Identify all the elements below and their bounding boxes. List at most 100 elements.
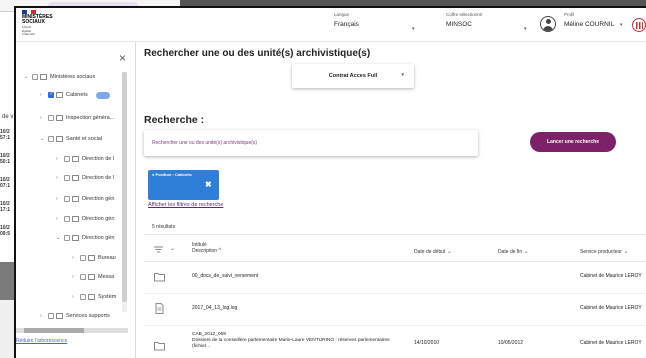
chevron-right-icon[interactable]: › — [72, 294, 80, 300]
tree-item[interactable]: › Direction de l — [56, 173, 114, 183]
folder-icon — [56, 136, 63, 142]
tree-horizontal-scrollbar-thumb[interactable] — [24, 328, 84, 333]
coffre-label: Coffre sélectionné — [446, 12, 483, 17]
tree-item-label: Inspection généra... — [66, 115, 115, 121]
folder-icon — [88, 255, 95, 261]
chevron-right-icon[interactable]: › — [56, 196, 64, 202]
tree-item[interactable]: › Direction gén — [56, 194, 114, 204]
user-avatar-icon[interactable] — [540, 16, 556, 32]
chevron-down-icon[interactable]: ⌄ — [24, 74, 32, 80]
filter-list-icon[interactable] — [154, 246, 163, 255]
reduce-tree-link[interactable]: Réduire l'arborescence — [16, 338, 67, 344]
tree-item[interactable]: › Bureau — [72, 253, 116, 263]
filter-chip[interactable]: ● Position : Cabinets ✖ — [148, 170, 219, 200]
start-date-column-header[interactable]: Date de début ⌄ — [414, 248, 452, 255]
chevron-right-icon[interactable]: › — [56, 156, 64, 162]
table-row[interactable]: 00_docs_de_suivi_versement Cabinet de Ma… — [144, 262, 646, 294]
background-date-row: 10/2 57:1 — [0, 129, 11, 141]
tree-item[interactable]: › Systèm — [72, 292, 116, 302]
folder-icon — [56, 115, 63, 121]
row-service: Cabinet de Maurice LEROY — [580, 340, 642, 346]
folder-icon — [56, 313, 63, 319]
tree-item-label: Bureau — [98, 255, 116, 261]
folder-icon — [72, 235, 79, 241]
chevron-down-icon[interactable]: ⌄ — [170, 245, 175, 252]
tree-item-label: Messa — [98, 274, 115, 280]
row-start-date: 14/10/2010 — [414, 340, 440, 346]
close-icon[interactable]: × — [119, 51, 126, 65]
profile-name: Méline COURNIL — [564, 21, 615, 28]
tree-item[interactable]: › Services supports — [40, 311, 110, 321]
intitule-column-header[interactable]: Intitulé Description ^ — [192, 242, 221, 254]
language-chevron-down-icon[interactable]: ▾ — [412, 26, 415, 32]
chevron-down-icon[interactable]: ⌄ — [56, 235, 64, 241]
tree-item[interactable]: ⌄ Santé et social — [40, 134, 102, 144]
checkbox-checked[interactable] — [48, 91, 54, 98]
chevron-right-icon[interactable]: › — [72, 255, 80, 261]
background-dates: 10/2 57:1 10/2 50:1 10/2 07:1 10/2 17:1 10/2… — [0, 129, 14, 250]
file-icon — [155, 303, 164, 314]
checkbox[interactable] — [64, 216, 70, 222]
search-input[interactable]: Rechercher une ou des unité(s) archivist… — [144, 130, 478, 156]
search-section-title: Recherche : — [144, 114, 205, 126]
apps-grid-icon[interactable] — [632, 18, 646, 32]
folder-icon — [40, 74, 47, 80]
checkbox[interactable] — [48, 136, 54, 142]
profile-menu[interactable]: Profil Méline COURNIL — [564, 12, 614, 28]
row-title: 2017_04_13_log.log — [192, 305, 238, 311]
checkbox[interactable] — [80, 255, 86, 261]
tree-item-label: Direction de l — [82, 156, 115, 162]
background-date-row: 10/2 07:1 — [0, 177, 11, 189]
checkbox[interactable] — [80, 274, 86, 280]
tree-item[interactable]: › Inspection généra... — [40, 113, 114, 123]
tree-item[interactable]: ⌄ Ministères sociaux — [24, 72, 95, 82]
show-filters-link[interactable]: Afficher les filtres de recherche — [148, 202, 223, 208]
table-row[interactable]: 2017_04_13_log.log Cabinet de Maurice LE… — [144, 294, 646, 326]
tree-item-label: Cabinets — [66, 92, 88, 98]
chevron-right-icon[interactable]: › — [72, 274, 80, 280]
checkbox[interactable] — [64, 235, 70, 241]
chevron-right-icon[interactable]: › — [40, 313, 48, 319]
chevron-right-icon[interactable]: › — [56, 175, 64, 181]
tree-item[interactable]: › Direction de l — [56, 154, 114, 164]
folder-icon — [72, 216, 79, 222]
divider — [144, 234, 646, 235]
row-service: Cabinet de Maurice LEROY — [580, 305, 642, 311]
contract-select[interactable]: Contrat Acces Full ▾ — [292, 64, 414, 88]
checkbox[interactable] — [80, 294, 86, 300]
tree-item[interactable]: › Cabinets — [40, 90, 110, 100]
background-label: de v — [2, 114, 14, 120]
remove-filter-icon[interactable]: ✖ — [205, 180, 212, 189]
profile-chevron-down-icon[interactable]: ▾ — [620, 22, 623, 28]
checkbox[interactable] — [32, 74, 38, 80]
app-header: MINISTÈRES SOCIAUX Liberté Égalité Frate… — [16, 8, 646, 42]
chevron-down-icon[interactable]: ⌄ — [40, 136, 48, 142]
folder-icon — [154, 273, 165, 282]
coffre-select[interactable]: Coffre sélectionné MINSOC — [446, 12, 482, 28]
coffre-chevron-down-icon[interactable]: ▾ — [524, 26, 527, 32]
tree-item[interactable]: › Messa — [72, 272, 114, 282]
language-select[interactable]: Langue Français — [334, 12, 359, 28]
checkbox[interactable] — [64, 156, 70, 162]
checkbox[interactable] — [64, 175, 70, 181]
toggle-switch[interactable] — [95, 91, 110, 99]
tree-item-label: Services supports — [66, 313, 110, 319]
chevron-right-icon[interactable]: › — [40, 115, 48, 121]
language-value: Français — [334, 21, 359, 28]
results-count: 5 résultats — [152, 224, 176, 230]
tree-item[interactable]: › Direction gén — [56, 214, 114, 224]
search-placeholder: Rechercher une ou des unité(s) archivist… — [152, 140, 258, 146]
search-button[interactable]: Lancer une recherche — [530, 132, 616, 152]
ministry-logo[interactable]: MINISTÈRES SOCIAUX Liberté Égalité Frate… — [22, 10, 62, 37]
chevron-right-icon[interactable]: › — [56, 216, 64, 222]
tree-scrollbar-thumb[interactable] — [122, 72, 127, 302]
end-date-column-header[interactable]: Date de fin ⌄ — [498, 248, 529, 255]
checkbox[interactable] — [64, 196, 70, 202]
table-row[interactable]: CAB_2012_069 Dossiers de la conseillère … — [144, 326, 646, 358]
chevron-right-icon[interactable]: › — [40, 92, 48, 98]
checkbox[interactable] — [48, 313, 54, 319]
checkbox[interactable] — [48, 115, 54, 121]
coffre-value: MINSOC — [446, 21, 472, 28]
tree-item[interactable]: ⌄ Direction gén — [56, 233, 114, 243]
service-column-header[interactable]: Service producteur ⌄ — [580, 248, 628, 255]
